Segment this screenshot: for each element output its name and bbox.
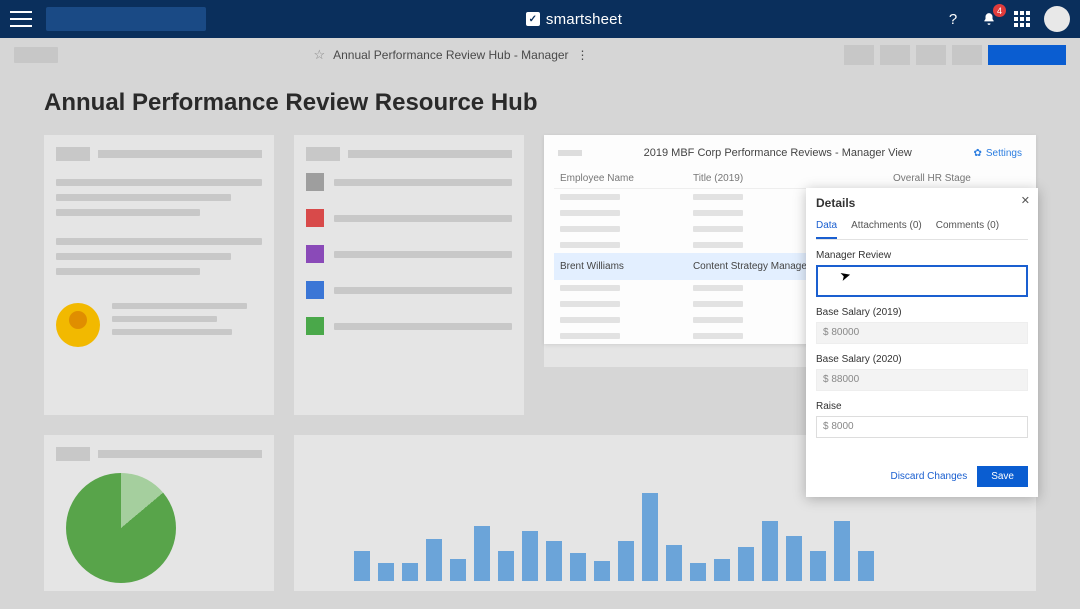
help-icon[interactable]: ? — [942, 8, 964, 30]
avatar-icon — [56, 303, 100, 347]
label-raise: Raise — [816, 401, 1028, 412]
bar — [354, 551, 370, 581]
bar — [546, 541, 562, 581]
bar — [426, 539, 442, 581]
profile — [56, 303, 262, 347]
pie-chart — [66, 473, 176, 583]
brand-logo: ✓ smartsheet — [526, 11, 622, 28]
legend-item — [306, 281, 512, 299]
avatar[interactable] — [1044, 6, 1070, 32]
top-nav: ✓ smartsheet ? 4 — [0, 0, 1080, 38]
toolbar-button[interactable] — [880, 45, 910, 65]
widget-text — [44, 135, 274, 415]
toolbar-button[interactable] — [916, 45, 946, 65]
close-icon[interactable]: ✕ — [1021, 194, 1030, 207]
discard-button[interactable]: Discard Changes — [890, 471, 967, 482]
legend-item — [306, 245, 512, 263]
widget-pie — [44, 435, 274, 591]
grid-title: 2019 MBF Corp Performance Reviews - Mana… — [644, 147, 912, 159]
brand-text: smartsheet — [546, 11, 622, 28]
tab-attachments[interactable]: Attachments (0) — [851, 216, 922, 239]
toolbar-button[interactable] — [844, 45, 874, 65]
primary-action-button[interactable] — [988, 45, 1066, 65]
bar — [570, 553, 586, 581]
search-input[interactable] — [46, 7, 206, 31]
legend-item — [306, 209, 512, 227]
tab-data[interactable]: Data — [816, 216, 837, 239]
bar — [858, 551, 874, 581]
grid-settings-link[interactable]: ✿ Settings — [973, 148, 1022, 159]
bar — [378, 563, 394, 581]
page-title: Annual Performance Review Hub - Manager — [333, 48, 568, 62]
bar — [618, 541, 634, 581]
value-base-2020: $ 88000 — [816, 369, 1028, 391]
bar — [402, 563, 418, 581]
bar — [762, 521, 778, 581]
legend-item — [306, 173, 512, 191]
more-icon[interactable]: ⋮ — [577, 48, 589, 62]
col-employee[interactable]: Employee Name — [554, 169, 687, 189]
bar — [714, 559, 730, 581]
value-base-2019: $ 80000 — [816, 322, 1028, 344]
menu-icon[interactable] — [10, 11, 32, 27]
detail-title: Details — [816, 196, 1028, 210]
legend-item — [306, 317, 512, 335]
save-button[interactable]: Save — [977, 466, 1028, 487]
bar — [786, 536, 802, 581]
bar — [594, 561, 610, 581]
tab-comments[interactable]: Comments (0) — [936, 216, 999, 239]
check-icon: ✓ — [526, 12, 540, 26]
label-manager-review: Manager Review — [816, 250, 1028, 261]
widget-legend — [294, 135, 524, 415]
page-heading: Annual Performance Review Resource Hub — [44, 89, 1036, 117]
bar — [738, 547, 754, 581]
bar — [666, 545, 682, 581]
detail-panel: Details ✕ Data Attachments (0) Comments … — [806, 188, 1038, 497]
toolbar-button[interactable] — [952, 45, 982, 65]
bar — [450, 559, 466, 581]
toolbar: ☆ Annual Performance Review Hub - Manage… — [0, 38, 1080, 71]
star-icon[interactable]: ☆ — [313, 47, 325, 63]
notification-badge: 4 — [993, 4, 1006, 17]
label-base-2020: Base Salary (2020) — [816, 354, 1028, 365]
bar — [690, 563, 706, 581]
col-title[interactable]: Title (2019) — [687, 169, 887, 189]
bar — [810, 551, 826, 581]
manager-review-input[interactable] — [816, 265, 1028, 297]
bar — [474, 526, 490, 581]
apps-icon[interactable] — [1014, 11, 1030, 27]
toolbar-placeholder — [14, 47, 58, 63]
bar — [522, 531, 538, 581]
gear-icon: ✿ — [973, 148, 981, 159]
value-raise: $ 8000 — [816, 416, 1028, 438]
bar — [498, 551, 514, 581]
bar — [642, 493, 658, 581]
label-base-2019: Base Salary (2019) — [816, 307, 1028, 318]
bar — [834, 521, 850, 581]
notifications-icon[interactable]: 4 — [978, 8, 1000, 30]
col-stage[interactable]: Overall HR Stage — [887, 169, 1026, 189]
